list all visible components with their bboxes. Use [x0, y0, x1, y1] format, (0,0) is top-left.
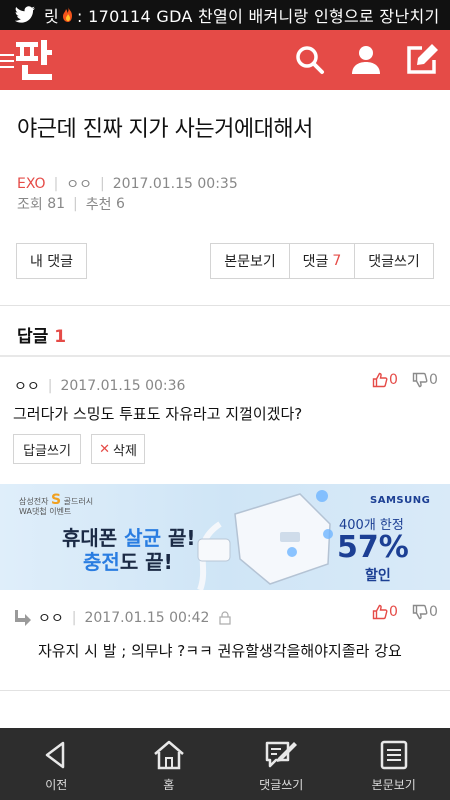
ad-brand-name: 골드러시: [63, 497, 94, 506]
comment-write-icon: [266, 741, 298, 768]
reply-author: ㅇㅇ: [14, 379, 40, 395]
nav-write-comment-label: 댓글쓰기: [259, 778, 304, 792]
upvote-button[interactable]: 0: [372, 604, 398, 620]
home-icon: [153, 740, 184, 770]
ad-headline-2a: 충전: [83, 550, 120, 574]
divider: [0, 690, 450, 691]
upvote-count: 0: [389, 372, 398, 388]
nav-view-post-label: 본문보기: [371, 778, 416, 792]
write-button[interactable]: [404, 42, 440, 78]
reply-text: 자유지 시 발 ; 의무냐 ?ㅋㅋ 권유할생각을해야지졸라 강요: [38, 642, 402, 660]
reply-text: 그러다가 스밍도 투표도 자유라고 지껄이겠다?: [13, 405, 303, 423]
thumbs-down-icon: [412, 372, 428, 388]
section-divider: [0, 355, 450, 357]
status-text: : 170114 GDA 찬열이 배켜니랑 인형으로 장난치기: [77, 7, 440, 26]
meta-separator: |: [53, 176, 59, 192]
reply-arrow-icon: [15, 610, 31, 626]
ad-discount: 할인: [365, 568, 391, 584]
reply-author: ㅇㅇ: [38, 611, 64, 627]
document-icon: [380, 740, 407, 770]
thumbs-up-icon: [372, 372, 388, 388]
twitter-icon: [14, 6, 35, 23]
ad-banner[interactable]: 삼성전자 S 골드러시 WA댓첩 이벤트 휴대폰 살균 끝! 충전도 끝! SA…: [0, 484, 450, 590]
reply-meta: ㅇㅇ | 2017.01.15 00:36: [14, 376, 185, 396]
back-icon: [46, 741, 65, 769]
lock-icon: [219, 611, 232, 625]
reply-meta: ㅇㅇ | 2017.01.15 00:42: [12, 608, 232, 628]
nav-back[interactable]: 이전: [0, 728, 113, 800]
comments-count: 7: [332, 253, 342, 269]
thumbs-up-icon: [372, 604, 388, 620]
post-meta: EXO | ㅇㅇ | 2017.01.15 00:35: [17, 174, 238, 194]
replies-heading: 답글 1: [17, 322, 66, 347]
comments-button[interactable]: 댓글 7: [289, 243, 355, 279]
logo-icon[interactable]: [14, 38, 56, 82]
meta-separator: |: [73, 196, 78, 212]
fire-icon: [63, 7, 73, 22]
downvote-count: 0: [429, 604, 438, 620]
thumbs-down-icon: [412, 604, 428, 620]
delete-label: 삭제: [112, 443, 137, 459]
post-date: 2017.01.15 00:35: [112, 176, 238, 192]
charger-product-image: [197, 490, 333, 590]
nav-back-label: 이전: [45, 778, 68, 792]
post-stats: 조회 81 | 추천 6: [17, 194, 125, 214]
meta-separator: |: [71, 610, 77, 626]
upvote-button[interactable]: 0: [372, 372, 398, 388]
search-button[interactable]: [292, 42, 328, 78]
my-comments-label: 내 댓글: [29, 254, 74, 270]
post-author: ㅇㅇ: [66, 177, 93, 193]
ad-event: WA댓첩 이벤트: [19, 507, 72, 516]
view-post-label: 본문보기: [224, 254, 276, 270]
downvote-button[interactable]: 0: [412, 372, 438, 388]
view-post-button[interactable]: 본문보기: [210, 243, 290, 279]
reply-write-label: 답글쓰기: [23, 443, 71, 459]
ad-percent: 57%: [337, 530, 409, 565]
post-title: 야근데 진짜 지가 사는거에대해서: [17, 117, 313, 142]
delete-icon: ✕: [99, 441, 110, 457]
user-icon: [352, 46, 380, 74]
upvote-count: 0: [389, 604, 398, 620]
replies-heading-label: 답글: [17, 327, 49, 347]
delete-button[interactable]: ✕ 삭제: [91, 434, 145, 464]
app-header: [0, 30, 450, 90]
search-icon: [296, 46, 324, 74]
views-count: 81: [47, 196, 66, 212]
recommend-count: 6: [115, 196, 125, 212]
meta-separator: |: [100, 176, 105, 192]
bottom-nav: 이전 홈 댓글쓰기 본문보기: [0, 728, 450, 800]
write-comment-button[interactable]: 댓글쓰기: [354, 243, 434, 279]
status-text-prefix: 릿: [44, 7, 60, 26]
downvote-count: 0: [429, 372, 438, 388]
nav-write-comment[interactable]: 댓글쓰기: [225, 728, 338, 800]
meta-separator: |: [47, 378, 53, 394]
post-category[interactable]: EXO: [17, 176, 46, 192]
my-comments-button[interactable]: 내 댓글: [16, 243, 87, 279]
replies-count: 1: [54, 327, 67, 347]
write-comment-label: 댓글쓰기: [368, 254, 420, 270]
nav-view-post[interactable]: 본문보기: [338, 728, 450, 800]
comments-label: 댓글: [302, 254, 329, 270]
ad-headline-2b: 도 끝!: [119, 550, 173, 574]
ad-samsung-logo: SAMSUNG: [370, 495, 431, 506]
status-bar: 릿 : 170114 GDA 찬열이 배켜니랑 인형으로 장난치기: [0, 0, 450, 30]
reply-date: 2017.01.15 00:36: [60, 378, 186, 394]
downvote-button[interactable]: 0: [412, 604, 438, 620]
reply-date: 2017.01.15 00:42: [84, 610, 210, 626]
reply-write-button[interactable]: 답글쓰기: [13, 434, 81, 464]
nav-home-label: 홈: [163, 778, 175, 792]
ad-brand-label: 삼성전자: [19, 497, 49, 506]
profile-button[interactable]: [348, 42, 384, 78]
edit-icon: [407, 44, 438, 74]
recommend-label: 추천: [85, 197, 112, 213]
nav-home[interactable]: 홈: [113, 728, 226, 800]
views-label: 조회: [17, 197, 43, 213]
ad-headline-2: 충전도 끝!: [83, 546, 173, 575]
divider: [0, 305, 450, 306]
